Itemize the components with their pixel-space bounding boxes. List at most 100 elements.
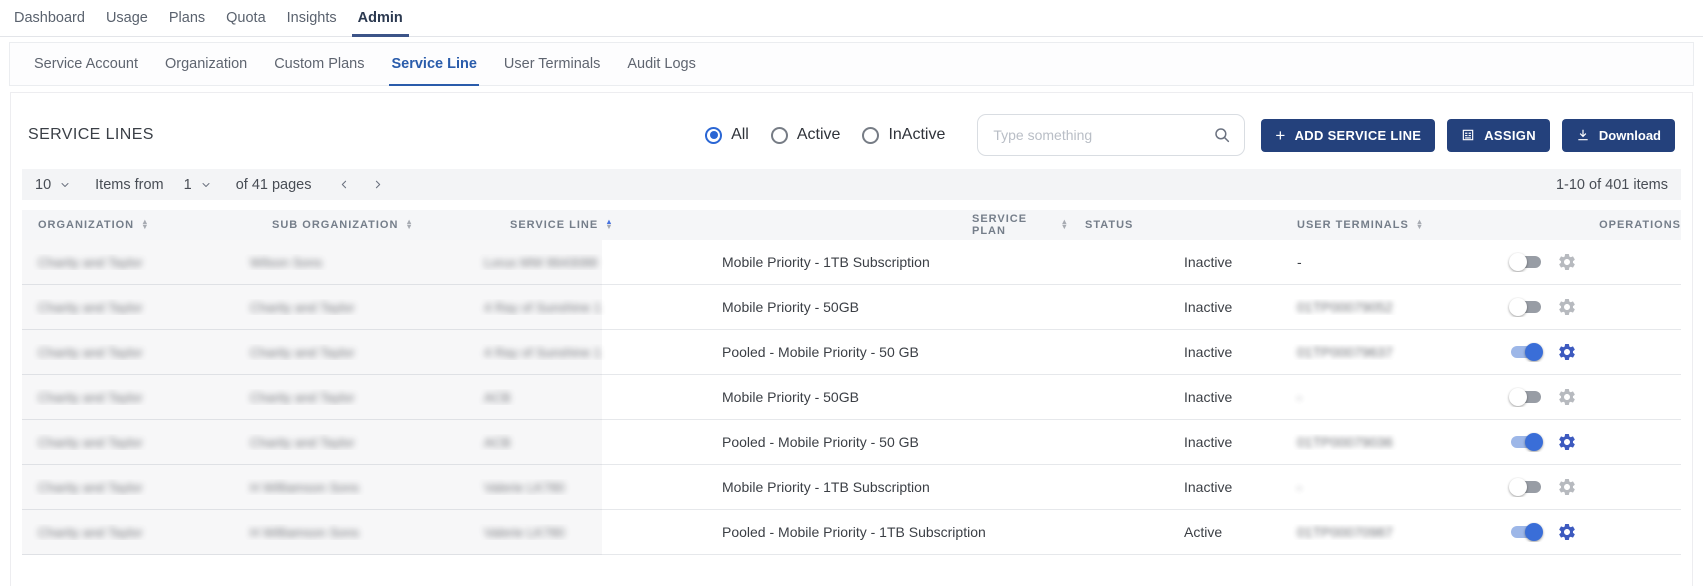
radio-label: All: [731, 126, 749, 144]
settings-gear-icon[interactable]: [1557, 252, 1577, 272]
add-service-line-button[interactable]: + ADD SERVICE LINE: [1261, 119, 1435, 152]
service-line-value: ACB: [484, 435, 511, 450]
service-plan-value: Pooled - Mobile Priority - 50 GB: [722, 344, 919, 360]
table-header: ORGANIZATION ▲ ▼ SUB ORGANIZATION ▲ ▼: [22, 210, 1681, 240]
admin-tab[interactable]: Audit Logs: [627, 43, 696, 85]
cell-organization: Charity and Taylor: [22, 299, 234, 315]
cell-user-terminal: 01TP00070987: [1281, 524, 1493, 540]
column-header[interactable]: SERVICE LINE ▲ ▼: [494, 219, 956, 231]
service-line-toggle[interactable]: [1509, 522, 1543, 542]
service-line-toggle[interactable]: [1509, 432, 1543, 452]
column-label: SUB ORGANIZATION: [272, 219, 398, 231]
service-line-value: Valerie LK780: [484, 480, 565, 495]
admin-tab[interactable]: Organization: [165, 43, 247, 85]
items-from-label: Items from: [95, 177, 163, 193]
sub-organization-value: Wilson Sons: [250, 255, 322, 270]
column-header[interactable]: OPERATIONS ▲ ▼: [1583, 219, 1681, 231]
nav-item[interactable]: Usage: [104, 10, 150, 36]
cell-status: Inactive: [1168, 299, 1281, 315]
settings-gear-icon[interactable]: [1557, 297, 1577, 317]
admin-tab[interactable]: Service Line: [391, 43, 476, 85]
toolbar: SERVICE LINES All Active InActive: [11, 93, 1692, 169]
cell-sub-organization: Charity and Taylor: [234, 434, 468, 450]
column-header[interactable]: ORGANIZATION ▲ ▼: [22, 219, 256, 231]
service-line-toggle[interactable]: [1509, 252, 1543, 272]
nav-item[interactable]: Dashboard: [12, 10, 87, 36]
column-header[interactable]: STATUS ▲ ▼: [1069, 219, 1281, 231]
sort-icon[interactable]: ▲ ▼: [1416, 220, 1424, 229]
cell-status: Active: [1168, 524, 1281, 540]
service-plan-value: Mobile Priority - 50GB: [722, 389, 859, 405]
column-header[interactable]: SUB ORGANIZATION ▲ ▼: [256, 219, 494, 231]
column-header[interactable]: SERVICE PLAN ▲ ▼: [956, 213, 1069, 237]
admin-tab[interactable]: User Terminals: [504, 43, 600, 85]
cell-service-line: 4 Ray of Sunshine 1: [468, 299, 706, 315]
service-line-value: ACB: [484, 390, 511, 405]
organization-value: Charity and Taylor: [38, 435, 143, 450]
settings-gear-icon[interactable]: [1557, 342, 1577, 362]
status-filter-group: All Active InActive: [705, 126, 945, 144]
organization-value: Charity and Taylor: [38, 525, 143, 540]
sub-organization-value: Charity and Taylor: [250, 435, 355, 450]
nav-item[interactable]: Insights: [285, 10, 339, 36]
service-plan-value: Pooled - Mobile Priority - 50 GB: [722, 434, 919, 450]
column-header[interactable]: USER TERMINALS ▲ ▼: [1281, 219, 1583, 231]
service-line-value: Lorus MW 8643088: [484, 255, 597, 270]
sort-icon[interactable]: ▲ ▼: [605, 220, 613, 229]
search-input[interactable]: [991, 126, 1213, 144]
settings-gear-icon[interactable]: [1557, 477, 1577, 497]
cell-service-plan: Mobile Priority - 1TB Subscription: [706, 254, 1168, 270]
radio-icon: [705, 127, 722, 144]
page-nav: [338, 178, 384, 191]
cell-service-plan: Pooled - Mobile Priority - 50 GB: [706, 344, 1168, 360]
column-label: USER TERMINALS: [1297, 219, 1409, 231]
sub-organization-value: Charity and Taylor: [250, 300, 355, 315]
nav-item[interactable]: Admin: [356, 10, 405, 36]
cell-user-terminal: -: [1281, 389, 1493, 405]
service-line-toggle[interactable]: [1509, 387, 1543, 407]
cell-service-plan: Mobile Priority - 50GB: [706, 299, 1168, 315]
status-value: Inactive: [1184, 254, 1232, 270]
column-label: SERVICE LINE: [510, 219, 598, 231]
user-terminal-value: -: [1297, 479, 1302, 495]
cell-organization: Charity and Taylor: [22, 524, 234, 540]
cell-operations: [1493, 252, 1681, 272]
status-filter-radio[interactable]: InActive: [862, 126, 945, 144]
sort-icon[interactable]: ▲ ▼: [405, 220, 413, 229]
settings-gear-icon[interactable]: [1557, 387, 1577, 407]
column-label: OPERATIONS: [1599, 219, 1681, 231]
service-line-toggle[interactable]: [1509, 477, 1543, 497]
page-size-select[interactable]: 10: [35, 177, 71, 193]
admin-tab[interactable]: Service Account: [34, 43, 138, 85]
page-select[interactable]: 1: [184, 177, 212, 193]
sort-icon[interactable]: ▲ ▼: [141, 220, 149, 229]
assign-button[interactable]: ASSIGN: [1447, 119, 1550, 152]
status-filter-radio[interactable]: Active: [771, 126, 841, 144]
cell-sub-organization: H Williamson Sons: [234, 479, 468, 495]
cell-sub-organization: Charity and Taylor: [234, 389, 468, 405]
service-line-value: Valerie LK780: [484, 525, 565, 540]
organization-value: Charity and Taylor: [38, 390, 143, 405]
user-terminal-value: -: [1297, 389, 1302, 405]
status-value: Inactive: [1184, 299, 1232, 315]
status-filter-radio[interactable]: All: [705, 126, 749, 144]
cell-service-plan: Mobile Priority - 50GB: [706, 389, 1168, 405]
settings-gear-icon[interactable]: [1557, 522, 1577, 542]
service-line-toggle[interactable]: [1509, 342, 1543, 362]
cell-operations: [1493, 297, 1681, 317]
service-line-value: 4 Ray of Sunshine 1: [484, 345, 601, 360]
prev-page-icon[interactable]: [338, 178, 351, 191]
sort-icon[interactable]: ▲ ▼: [1061, 220, 1069, 229]
nav-item[interactable]: Quota: [224, 10, 268, 36]
table-row: Charity and Taylor Charity and Taylor AC…: [22, 420, 1681, 465]
cell-sub-organization: Wilson Sons: [234, 254, 468, 270]
service-line-toggle[interactable]: [1509, 297, 1543, 317]
cell-service-line: Lorus MW 8643088: [468, 254, 706, 270]
next-page-icon[interactable]: [371, 178, 384, 191]
settings-gear-icon[interactable]: [1557, 432, 1577, 452]
admin-tab[interactable]: Custom Plans: [274, 43, 364, 85]
nav-item[interactable]: Plans: [167, 10, 207, 36]
column-label: ORGANIZATION: [38, 219, 134, 231]
search-icon[interactable]: [1213, 126, 1231, 144]
download-button[interactable]: Download: [1562, 119, 1675, 152]
